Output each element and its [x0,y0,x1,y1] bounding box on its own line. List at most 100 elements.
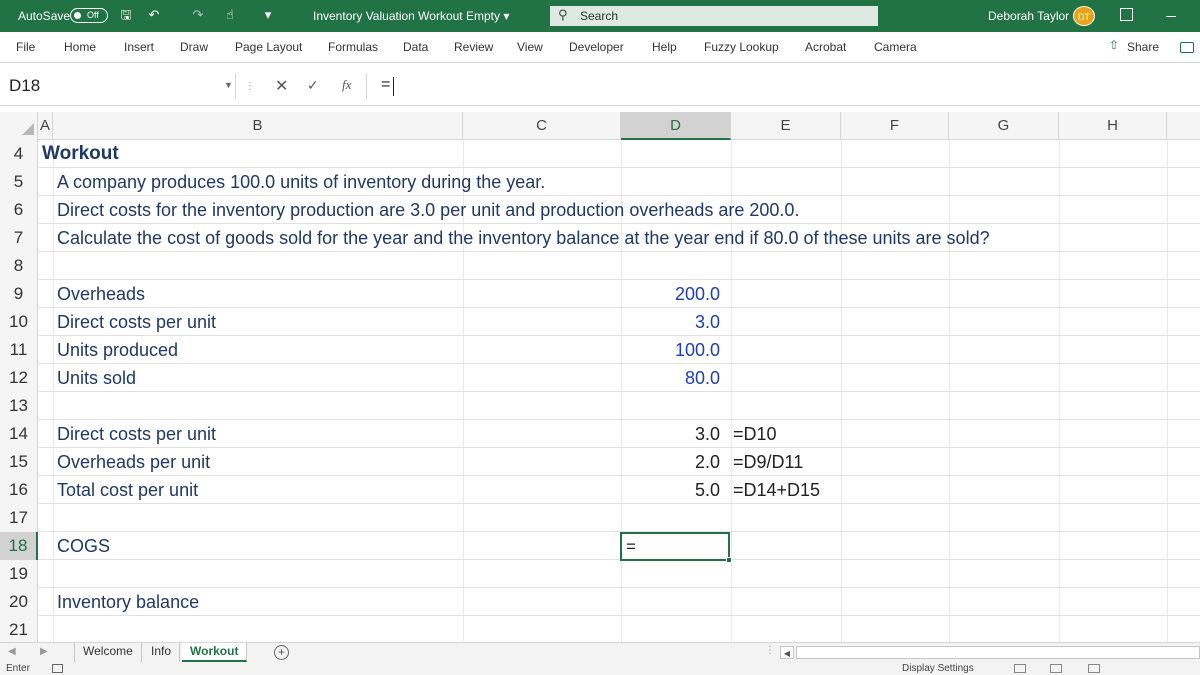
share-button[interactable]: ⇧ Share [1105,37,1165,57]
row-label[interactable]: Units sold [57,364,136,392]
row-header[interactable]: 19 [0,560,38,588]
input-value[interactable]: 100.0 [675,336,720,364]
minimize-icon[interactable] [1166,16,1176,17]
problem-text[interactable]: Direct costs for the inventory productio… [57,196,799,224]
input-value[interactable]: 200.0 [675,280,720,308]
autosave-toggle[interactable]: Off [70,8,108,23]
user-name[interactable]: Deborah Taylor [988,9,1069,23]
ribbon-display-options-icon[interactable] [1120,8,1133,21]
tab-draw[interactable]: Draw [180,40,208,54]
calculated-value[interactable]: 2.0 [695,448,720,476]
row-header[interactable]: 10 [0,308,38,336]
sheet-title[interactable]: Workout [42,140,119,168]
row-header[interactable]: 11 [0,336,38,364]
insert-function-icon[interactable]: fx [342,77,351,93]
row-label[interactable]: Overheads per unit [57,448,210,476]
comments-icon[interactable] [1180,42,1194,53]
row-header[interactable]: 21 [0,616,38,642]
document-title[interactable]: Inventory Valuation Workout Empty ▾ [313,9,509,23]
sheet-tab-workout[interactable]: Workout [182,643,248,662]
worksheet-grid[interactable]: A B C D E F G H 4 Workout 5 A company pr… [0,112,1200,642]
redo-icon[interactable]: ↷ [190,7,206,23]
problem-text[interactable]: A company produces 100.0 units of invent… [57,168,545,196]
row-header[interactable]: 20 [0,588,38,616]
row-label[interactable]: Units produced [57,336,178,364]
page-break-view-icon[interactable] [1088,664,1100,673]
row-header[interactable]: 8 [0,252,38,280]
column-header-d[interactable]: D [621,112,731,140]
more-icon[interactable]: ⋮ [245,81,255,92]
scroll-right-icon[interactable]: ▶ [40,646,48,657]
tab-formulas[interactable]: Formulas [328,40,378,54]
row-label[interactable]: Total cost per unit [57,476,198,504]
row-label[interactable]: Direct costs per unit [57,420,216,448]
cancel-icon[interactable]: ✕ [275,76,288,96]
column-header-a[interactable]: A [38,112,53,140]
more-icon[interactable]: ⋮ [765,645,775,656]
page-layout-view-icon[interactable] [1050,664,1062,673]
undo-icon[interactable]: ↶ [146,7,162,23]
row-header[interactable]: 4 [0,140,38,168]
row-header[interactable]: 16 [0,476,38,504]
row-label[interactable]: Inventory balance [57,588,199,616]
tab-view[interactable]: View [517,40,543,54]
row-header[interactable]: 6 [0,196,38,224]
calculated-value[interactable]: 3.0 [695,420,720,448]
fill-handle[interactable] [726,557,732,563]
row-header-selected[interactable]: 18 [0,532,38,560]
enter-icon[interactable]: ✓ [307,77,319,94]
row-label[interactable]: COGS [57,532,110,560]
column-header-g[interactable]: G [949,112,1059,140]
formula-input[interactable]: = [366,73,1200,99]
sheet-tab-welcome[interactable]: Welcome [74,643,142,662]
name-box[interactable]: D18 ▼ [0,73,236,99]
row-header[interactable]: 15 [0,448,38,476]
macro-record-icon[interactable] [52,664,63,673]
row-label[interactable]: Direct costs per unit [57,308,216,336]
column-header-h[interactable]: H [1059,112,1167,140]
search-box[interactable]: ⚲ Search [550,6,878,26]
calculated-value[interactable]: 5.0 [695,476,720,504]
row-header[interactable]: 9 [0,280,38,308]
horizontal-scrollbar[interactable] [796,646,1200,659]
row-header[interactable]: 17 [0,504,38,532]
column-header-b[interactable]: B [53,112,463,140]
display-settings-button[interactable]: Display Settings [902,663,974,674]
row-header[interactable]: 13 [0,392,38,420]
row-header[interactable]: 14 [0,420,38,448]
touch-mode-icon[interactable]: ☝ [222,7,238,23]
tab-help[interactable]: Help [652,40,677,54]
active-cell-d18[interactable]: = [620,532,732,563]
sheet-tab-info[interactable]: Info [143,643,181,662]
formula-note[interactable]: =D14+D15 [733,476,820,504]
tab-data[interactable]: Data [403,40,428,54]
hscroll-left-icon[interactable]: ◀ [780,646,794,659]
tab-page-layout[interactable]: Page Layout [235,40,302,54]
formula-note[interactable]: =D9/D11 [733,448,803,476]
tab-developer[interactable]: Developer [569,40,624,54]
avatar[interactable]: DT [1073,6,1095,26]
formula-note[interactable]: =D10 [733,420,777,448]
chevron-down-icon[interactable]: ▼ [224,80,233,90]
column-header-f[interactable]: F [841,112,949,140]
input-value[interactable]: 80.0 [685,364,720,392]
tab-fuzzy-lookup[interactable]: Fuzzy Lookup [704,40,779,54]
column-header-c[interactable]: C [463,112,621,140]
normal-view-icon[interactable] [1014,664,1026,673]
row-label[interactable]: Overheads [57,280,145,308]
save-icon[interactable]: 🖫 [118,7,134,23]
row-header[interactable]: 5 [0,168,38,196]
tab-review[interactable]: Review [454,40,493,54]
tab-camera[interactable]: Camera [874,40,917,54]
row-header[interactable]: 12 [0,364,38,392]
tab-acrobat[interactable]: Acrobat [805,40,846,54]
select-all-corner[interactable] [0,112,38,140]
column-header-e[interactable]: E [731,112,841,140]
tab-file[interactable]: File [16,40,35,54]
add-sheet-icon[interactable]: + [274,645,289,660]
tab-insert[interactable]: Insert [124,40,154,54]
input-value[interactable]: 3.0 [695,308,720,336]
scroll-left-icon[interactable]: ◀ [8,646,16,657]
row-header[interactable]: 7 [0,224,38,252]
problem-text[interactable]: Calculate the cost of goods sold for the… [57,224,990,252]
